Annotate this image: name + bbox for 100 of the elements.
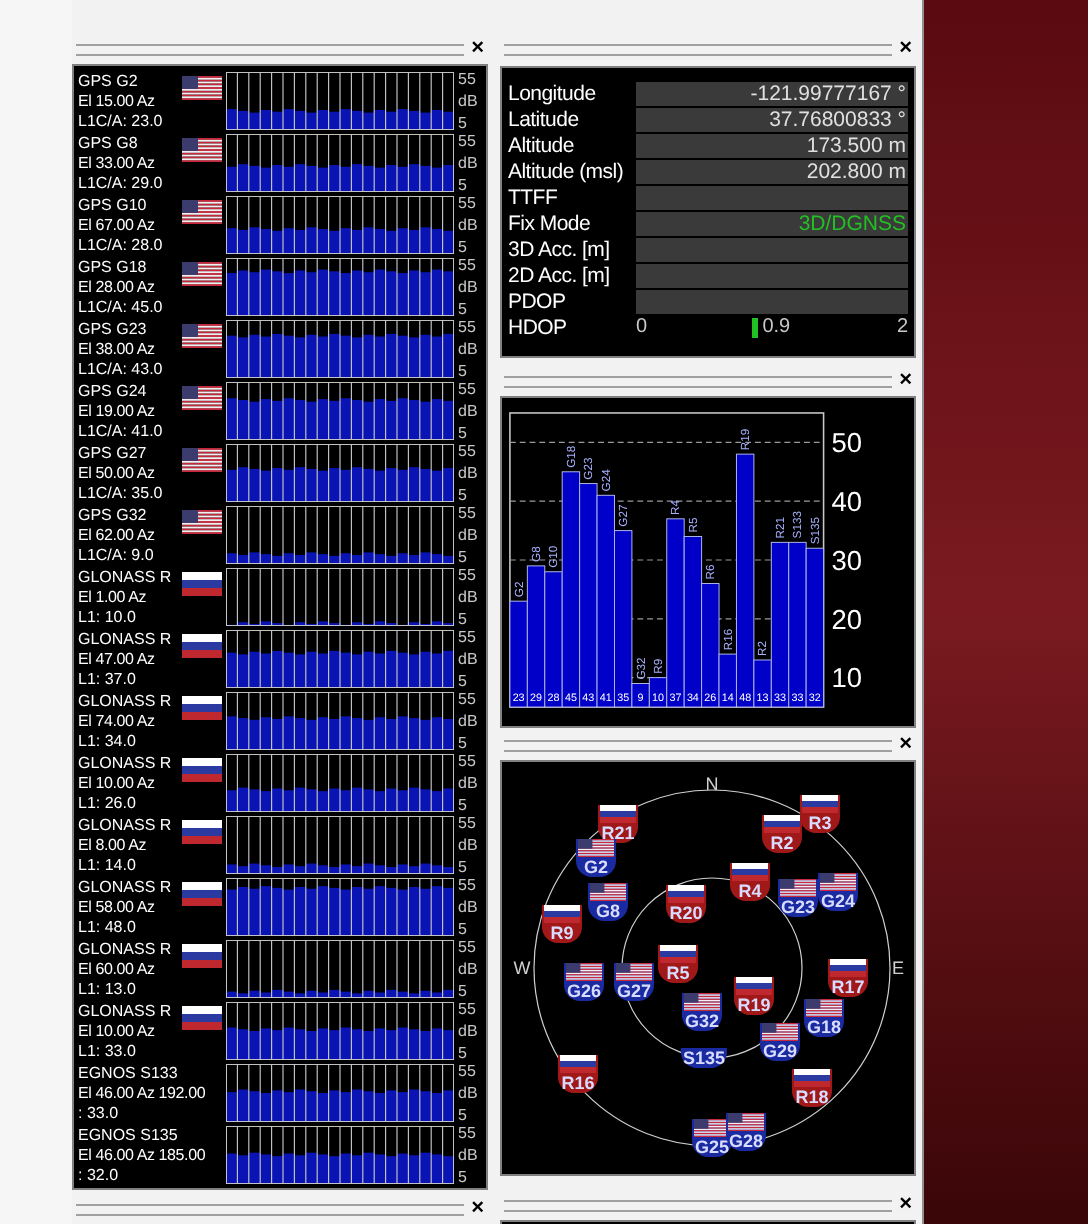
unit-label: dB [458, 774, 480, 792]
scale-min: 5 [458, 982, 469, 1000]
scale-max: 55 [458, 752, 478, 770]
signal-strength: L1C/A: 41.0 [78, 422, 165, 442]
compass-label: E [892, 958, 904, 978]
gauge-value: 0.9 [762, 315, 791, 339]
elevation-azimuth: El 19.00 Az [78, 402, 157, 422]
scale-min: 5 [458, 1044, 469, 1062]
scale-max: 55 [458, 690, 478, 708]
field-label: Latitude [508, 107, 581, 131]
scale-min: 5 [458, 300, 469, 318]
signal-strength: L1C/A: 29.0 [78, 174, 165, 194]
scale-max: 55 [458, 504, 478, 522]
elevation-azimuth: El 15.00 Az [78, 92, 157, 112]
elevation-azimuth: El 58.00 Az [78, 898, 157, 918]
satellite-name: GPS G27 [78, 444, 147, 464]
field-label: Altitude (msl) [508, 159, 626, 183]
signal-strength: L1: 26.0 [78, 794, 138, 814]
unit-label: dB [458, 1022, 480, 1040]
axis-tick: 40 [831, 487, 862, 517]
elevation-azimuth: El 28.00 Az [78, 278, 157, 298]
elevation-azimuth: El 60.00 Az [78, 960, 157, 980]
field-value: -121.99777167 ° [750, 81, 906, 105]
signal-strength: L1: 48.0 [78, 918, 138, 938]
signal-strength: L1C/A: 35.0 [78, 484, 165, 504]
scale-min: 5 [458, 486, 469, 504]
scale-max: 55 [458, 814, 478, 832]
satellite-name: GPS G10 [78, 196, 147, 216]
field-label: Altitude [508, 133, 576, 157]
signal-strength: L1C/A: 28.0 [78, 236, 165, 256]
unit-label: dB [458, 960, 480, 978]
axis-tick: 50 [831, 428, 862, 459]
unit-label: dB [458, 402, 480, 420]
unit-label: dB [458, 588, 480, 606]
satellite-name: GPS G23 [78, 320, 147, 340]
scale-max: 55 [458, 628, 478, 646]
signal-strength: L1C/A: 9.0 [78, 546, 156, 566]
elevation-azimuth: El 1.00 Az [78, 588, 149, 608]
scale-min: 5 [458, 548, 469, 566]
scale-min: 5 [458, 1168, 469, 1186]
signal-strength: : 32.0 [78, 1166, 121, 1186]
scale-min: 5 [458, 238, 469, 256]
field-value: 3D/DGNSS [798, 211, 906, 235]
satellite-name: GLONASS R [78, 940, 172, 960]
signal-strength: L1: 34.0 [78, 732, 138, 752]
field-value: 173.500 m [806, 133, 906, 157]
satellite-name: GPS G24 [78, 382, 147, 402]
elevation-azimuth: El 62.00 Az [78, 526, 157, 546]
unit-label: dB [458, 340, 480, 358]
field-label: 3D Acc. [m] [508, 237, 612, 261]
axis-tick: 30 [831, 545, 862, 576]
scale-max: 55 [458, 938, 478, 956]
scale-min: 5 [458, 176, 469, 194]
scale-max: 55 [458, 318, 478, 336]
elevation-azimuth: El 10.00 Az [78, 774, 157, 794]
scale-min: 5 [458, 610, 469, 628]
gauge-min: 0 [636, 314, 648, 342]
elevation-azimuth: El 38.00 Az [78, 340, 157, 360]
satellite-name: GPS G32 [78, 506, 147, 526]
axis-tick: 10 [831, 663, 862, 694]
scale-min: 5 [458, 796, 469, 814]
satellite-name: GLONASS R [78, 816, 172, 836]
scale-min: 5 [458, 672, 469, 690]
scale-max: 55 [458, 380, 478, 398]
signal-strength: L1: 13.0 [78, 980, 138, 1000]
signal-strength: L1: 10.0 [78, 608, 138, 628]
unit-label: dB [458, 526, 480, 544]
signal-strength: L1: 33.0 [78, 1042, 138, 1062]
scale-min: 5 [458, 114, 469, 132]
elevation-azimuth: El 8.00 Az [78, 836, 149, 856]
satellite-name: GLONASS R [78, 878, 172, 898]
signal-strength: L1C/A: 23.0 [78, 112, 165, 132]
scale-max: 55 [458, 1000, 478, 1018]
field-label: PDOP [508, 289, 568, 313]
satellite-name: GLONASS R [78, 630, 172, 650]
satellite-name: GLONASS R [78, 692, 172, 712]
scale-max: 55 [458, 442, 478, 460]
gauge-max: 2 [896, 314, 908, 342]
scale-max: 55 [458, 70, 478, 88]
satellite-name: GPS G8 [78, 134, 138, 154]
elevation-azimuth: El 50.00 Az [78, 464, 157, 484]
axis-tick: 20 [831, 604, 862, 635]
field-value: 37.76800833 ° [769, 107, 906, 131]
scale-min: 5 [458, 734, 469, 752]
unit-label: dB [458, 712, 480, 730]
unit-label: dB [458, 92, 480, 110]
field-value: 202.800 m [806, 159, 906, 183]
satellite-name: GPS G18 [78, 258, 147, 278]
scale-min: 5 [458, 920, 469, 938]
signal-strength: L1C/A: 43.0 [78, 360, 165, 380]
unit-label: dB [458, 278, 480, 296]
field-label: Fix Mode [508, 211, 593, 235]
elevation-azimuth: El 46.00 Az 192.00 [78, 1084, 208, 1104]
elevation-azimuth: El 46.00 Az 185.00 [78, 1146, 208, 1166]
scale-min: 5 [458, 1106, 469, 1124]
scale-max: 55 [458, 1124, 478, 1142]
unit-label: dB [458, 898, 480, 916]
compass-label: W [513, 958, 531, 978]
scale-max: 55 [458, 194, 478, 212]
unit-label: dB [458, 1084, 480, 1102]
